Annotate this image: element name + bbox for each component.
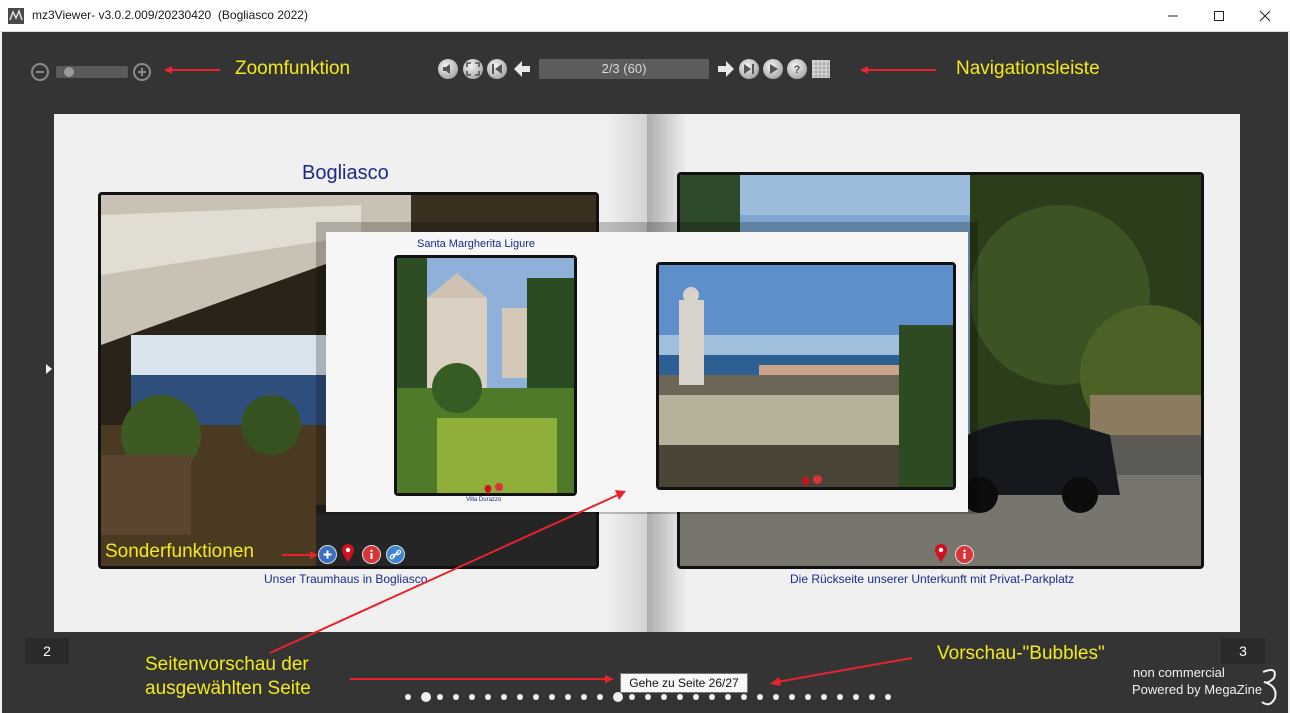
- preview-bubble[interactable]: [757, 694, 763, 700]
- close-button[interactable]: [1242, 0, 1288, 31]
- preview-bubble[interactable]: [405, 694, 411, 700]
- preview-bubble[interactable]: [885, 694, 891, 700]
- window-titlebar: mz3Viewer- v3.0.2.009/20230420 (Bogliasc…: [0, 0, 1290, 32]
- preview-bubble[interactable]: [565, 694, 571, 700]
- minimize-icon: [1168, 15, 1178, 17]
- preview-bubble[interactable]: [821, 694, 827, 700]
- preview-bubble[interactable]: [853, 694, 859, 700]
- preview-bubble[interactable]: [613, 692, 623, 702]
- preview-bubble[interactable]: [661, 694, 667, 700]
- preview-bubble[interactable]: [421, 692, 431, 702]
- preview-bubble[interactable]: [773, 694, 779, 700]
- maximize-icon: [1214, 11, 1224, 21]
- preview-bubble[interactable]: [677, 694, 683, 700]
- preview-bubble[interactable]: [501, 694, 507, 700]
- preview-bubble[interactable]: [741, 694, 747, 700]
- preview-bubble[interactable]: [645, 694, 651, 700]
- minimize-button[interactable]: [1150, 0, 1196, 31]
- preview-bubble[interactable]: [469, 694, 475, 700]
- preview-bubble[interactable]: [453, 694, 459, 700]
- megazine-logo-icon: [1261, 669, 1277, 706]
- annotation-arrows-bottom: [269, 490, 913, 686]
- preview-bubble[interactable]: [581, 694, 587, 700]
- preview-bubble[interactable]: [517, 694, 523, 700]
- app-icon: [8, 8, 24, 24]
- preview-bubble[interactable]: [693, 694, 699, 700]
- preview-bubble[interactable]: [629, 694, 635, 700]
- preview-bubble[interactable]: [725, 694, 731, 700]
- preview-bubble[interactable]: [597, 694, 603, 700]
- preview-bubble[interactable]: [869, 694, 875, 700]
- preview-bubble[interactable]: [789, 694, 795, 700]
- preview-bubble[interactable]: [549, 694, 555, 700]
- preview-bubble[interactable]: [837, 694, 843, 700]
- viewer-area: Zoomfunktion 2/3 (60) ? Navigationsleist…: [2, 32, 1288, 713]
- maximize-button[interactable]: [1196, 0, 1242, 31]
- powered-by-label: Powered by MegaZine: [1132, 682, 1263, 697]
- window-title: mz3Viewer- v3.0.2.009/20230420 (Bogliasc…: [32, 8, 308, 22]
- preview-bubble[interactable]: [437, 694, 443, 700]
- license-note: non commercial: [1133, 665, 1225, 680]
- preview-bubble[interactable]: [485, 694, 491, 700]
- close-icon: [1259, 10, 1271, 22]
- preview-bubbles-bar[interactable]: [402, 690, 892, 704]
- preview-bubble[interactable]: [533, 694, 539, 700]
- preview-bubble[interactable]: [709, 694, 715, 700]
- preview-bubble[interactable]: [805, 694, 811, 700]
